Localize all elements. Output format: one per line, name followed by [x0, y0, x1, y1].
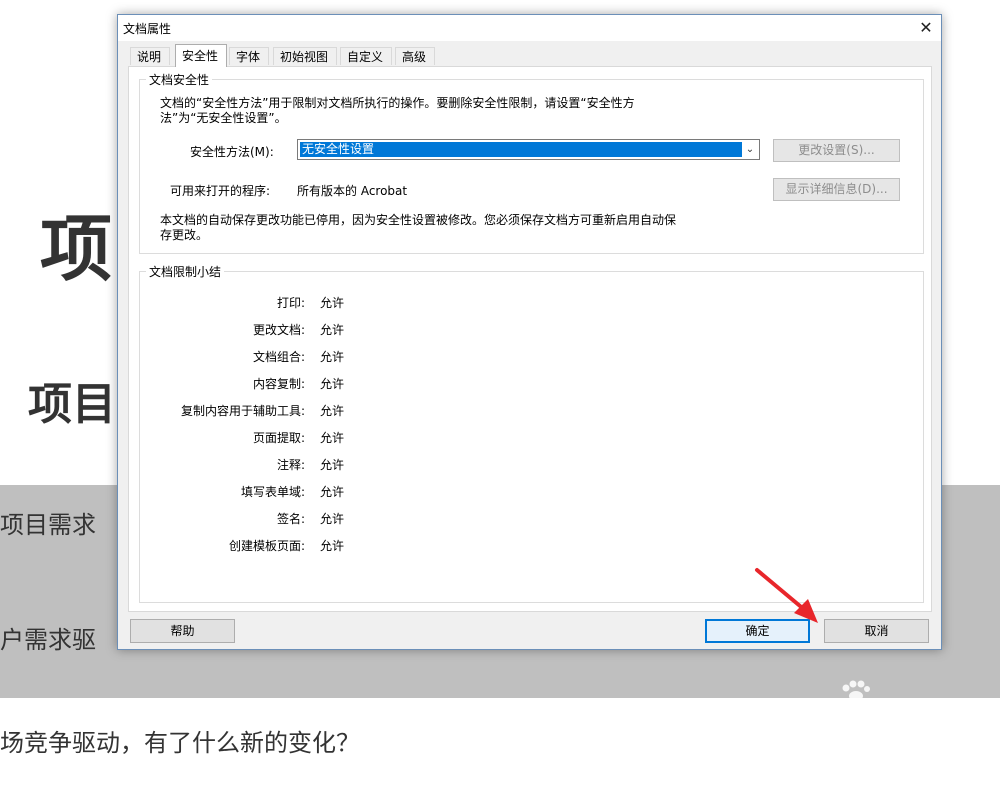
security-description: 文档的“安全性方法”用于限制对文档所执行的操作。要删除安全性限制，请设置“安全性…: [160, 96, 635, 125]
restriction-value: 允许: [320, 377, 345, 391]
restriction-value: 允许: [320, 404, 345, 418]
restriction-value: 允许: [320, 323, 345, 337]
group-title: 文档安全性: [146, 71, 213, 88]
restriction-label: 签名:: [276, 512, 305, 526]
open-with-value: 所有版本的 Acrobat: [297, 184, 408, 198]
restriction-value: 允许: [320, 350, 345, 364]
security-method-select[interactable]: 无安全性设置 ⌄: [297, 139, 760, 160]
restriction-label: 注释:: [276, 458, 305, 472]
dialog-title: 文档属性: [123, 22, 172, 36]
annotation-arrow-icon: [755, 568, 818, 623]
tab-custom[interactable]: 自定义: [340, 47, 392, 65]
restriction-label: 文档组合:: [252, 350, 305, 364]
show-details-button[interactable]: 显示详细信息(D)...: [773, 178, 900, 201]
restriction-value: 允许: [320, 296, 345, 310]
change-settings-button[interactable]: 更改设置(S)...: [773, 139, 900, 162]
close-icon[interactable]: ✕: [911, 15, 941, 41]
restrictions-summary-group: 文档限制小结 打印: 允许 更改文档: 允许 文档组合: 允许 内容复制: 允许 复制内容用于辅…: [139, 263, 924, 603]
restriction-value: 允许: [320, 539, 345, 553]
tab-description[interactable]: 说明: [130, 47, 170, 65]
restriction-label: 复制内容用于辅助工具:: [180, 404, 305, 418]
security-method-label: 安全性方法(M):: [190, 145, 274, 159]
chevron-down-icon[interactable]: ⌄: [741, 140, 759, 159]
restriction-value: 允许: [320, 431, 345, 445]
autosave-note: 本文档的自动保存更改功能已停用，因为安全性设置被修改。您必须保存文档方可重新启用…: [160, 213, 677, 242]
dialog-titlebar[interactable]: 文档属性 ✕: [118, 15, 941, 41]
document-text-line: 户需求驱: [0, 626, 96, 654]
restriction-value: 允许: [320, 458, 345, 472]
tab-initial-view[interactable]: 初始视图: [273, 47, 337, 65]
restriction-label: 更改文档:: [252, 323, 305, 337]
restriction-value: 允许: [320, 512, 345, 526]
document-security-group: 文档安全性 文档的“安全性方法”用于限制对文档所执行的操作。要删除安全性限制，请…: [139, 71, 924, 254]
restriction-label: 打印:: [276, 296, 305, 310]
document-heading-large: 项: [40, 206, 113, 291]
restriction-label: 页面提取:: [252, 431, 305, 445]
restriction-label: 创建模板页面:: [228, 539, 305, 553]
group-title: 文档限制小结: [146, 263, 225, 280]
tab-advanced[interactable]: 高级: [395, 47, 435, 65]
tab-fonts[interactable]: 字体: [229, 47, 269, 65]
watermark-url: jingyan.baidu.com: [764, 740, 885, 757]
security-tab-panel: 文档安全性 文档的“安全性方法”用于限制对文档所执行的操作。要删除安全性限制，请…: [128, 66, 932, 612]
document-text-line: 场竞争驱动，有了什么新的变化？: [0, 729, 360, 757]
help-button[interactable]: 帮助: [130, 619, 235, 643]
restriction-label: 内容复制:: [252, 377, 305, 391]
document-text-line: 项目需求: [0, 511, 96, 539]
open-with-label: 可用来打开的程序:: [170, 184, 271, 198]
baidu-watermark: Bai du 经验 jingyan.baidu.com: [758, 680, 958, 792]
document-properties-dialog: 文档属性 ✕ 说明 安全性 字体 初始视图 自定义 高级 文档安全性 文档的“安…: [117, 14, 942, 650]
security-method-value: 无安全性设置: [300, 142, 742, 157]
restriction-label: 填写表单域:: [240, 485, 305, 499]
restriction-value: 允许: [320, 485, 345, 499]
cancel-button[interactable]: 取消: [824, 619, 929, 643]
tab-security[interactable]: 安全性: [175, 44, 227, 67]
document-heading-medium: 项目: [28, 379, 116, 430]
